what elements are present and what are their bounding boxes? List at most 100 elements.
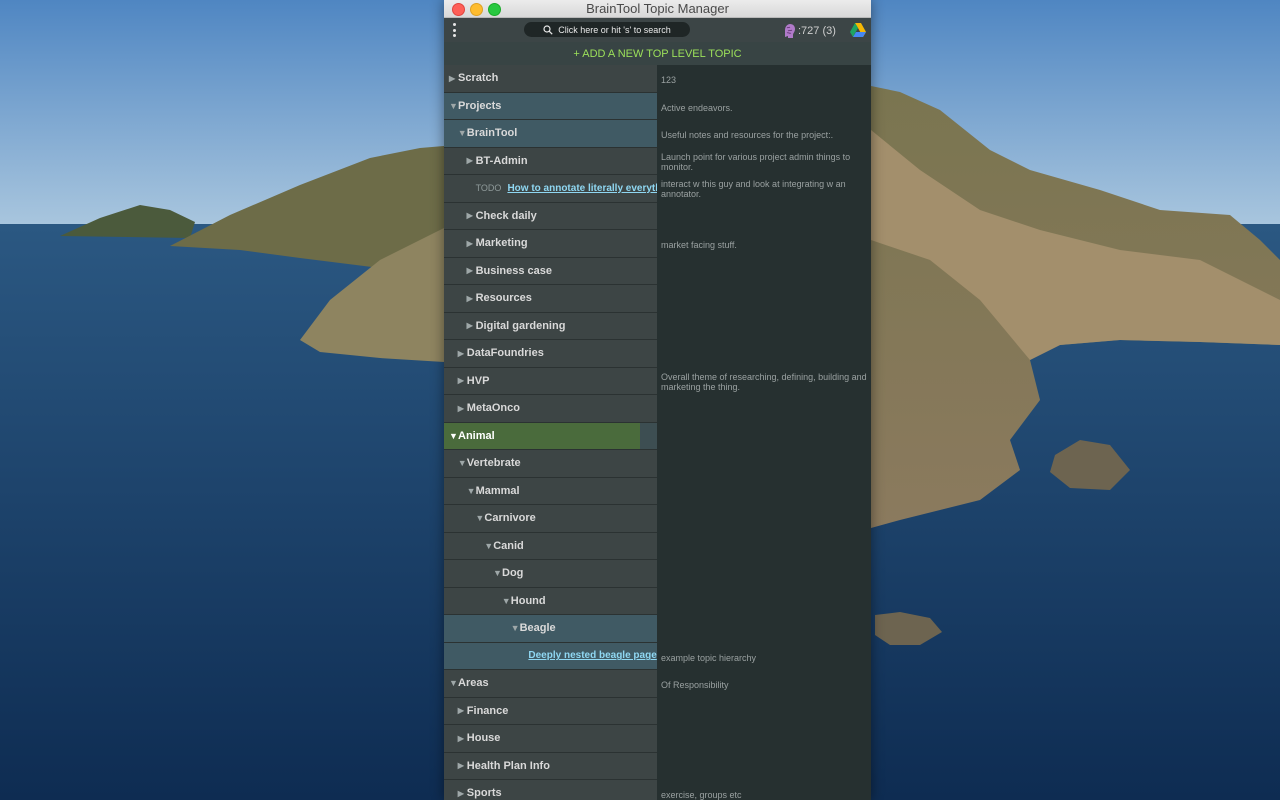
tree-row-topic[interactable]: ▼ Carnivore: [444, 505, 657, 533]
collapsed-triangle-icon[interactable]: ▶: [449, 74, 458, 83]
tree-row-topic[interactable]: ▶ Marketing: [444, 230, 657, 258]
collapsed-triangle-icon[interactable]: ▶: [458, 376, 467, 385]
brain-icon[interactable]: [782, 23, 797, 39]
tree-row-note: [657, 615, 871, 643]
tree-row-note: 123: [661, 75, 677, 86]
tree-row[interactable]: ▶ Business case: [444, 257, 871, 285]
search-placeholder: Click here or hit 's' to search: [558, 24, 671, 35]
tree-row-topic[interactable]: ▼ Hound: [444, 587, 657, 615]
tree-row[interactable]: ▼ Carnivore: [444, 505, 871, 533]
tree-row[interactable]: ▶ Check daily: [444, 202, 871, 230]
tree-row[interactable]: ▼ Dog: [444, 560, 871, 588]
expanded-triangle-icon[interactable]: ▼: [449, 678, 458, 688]
tree-row-topic[interactable]: ▶ Health Plan Info: [444, 752, 657, 780]
tree-row[interactable]: ▶ DataFoundries: [444, 340, 871, 368]
tree-row-topic[interactable]: TODO How to annotate literally everything…: [444, 175, 657, 203]
expanded-triangle-icon[interactable]: ▼: [511, 623, 520, 633]
tree-row-topic[interactable]: ▼ Animal: [444, 422, 657, 450]
expanded-triangle-icon[interactable]: ▼: [475, 513, 484, 523]
collapsed-triangle-icon[interactable]: ▶: [458, 404, 467, 413]
expanded-triangle-icon[interactable]: ▼: [484, 541, 493, 551]
tree-row-topic[interactable]: ▶ MetaOnco: [444, 395, 657, 423]
expanded-triangle-icon[interactable]: ▼: [467, 486, 476, 496]
tree-row[interactable]: ▶ Health Plan Info: [444, 752, 871, 780]
collapsed-triangle-icon[interactable]: ▶: [458, 349, 467, 358]
tree-row[interactable]: ▼ Beagle: [444, 615, 871, 643]
vertical-dots-icon[interactable]: [452, 23, 458, 38]
bookmark-link[interactable]: How to annotate literally everything...: [507, 183, 657, 194]
tree-row-topic[interactable]: ▶ House: [444, 725, 657, 753]
tree-row[interactable]: ▶ Sports exercise, groups etc: [444, 780, 871, 800]
expanded-triangle-icon[interactable]: ▼: [502, 596, 511, 606]
tree-row[interactable]: ▶ Resources: [444, 285, 871, 313]
tree-row-topic[interactable]: ▶ Sports: [444, 780, 657, 800]
tree-row[interactable]: ▶ Finance: [444, 697, 871, 725]
collapsed-triangle-icon[interactable]: ▶: [458, 761, 467, 770]
topic-label: DataFoundries: [466, 347, 544, 360]
bookmark-link[interactable]: Deeply nested beagle page: [528, 650, 656, 661]
tree-row[interactable]: ▼ Areas Of Responsibility: [444, 670, 871, 698]
tree-row[interactable]: Deeply nested beagle page example topic h…: [444, 642, 871, 670]
tree-row-topic[interactable]: ▼ Dog: [444, 560, 657, 588]
tree-row-topic[interactable]: ▼ Vertebrate: [444, 450, 657, 478]
tree-row[interactable]: ▼ Mammal: [444, 477, 871, 505]
tree-row[interactable]: ▼ BrainTool Useful notes and resources for…: [444, 120, 871, 148]
tree-row[interactable]: ▼ Animal: [444, 422, 871, 450]
tree-row-note: [657, 505, 871, 533]
tree-row[interactable]: ▶ House: [444, 725, 871, 753]
topic-label: Business case: [475, 264, 553, 277]
tree-row[interactable]: ▶ Marketing market facing stuff.: [444, 230, 871, 258]
tree-row-topic[interactable]: ▶ Scratch: [444, 65, 657, 93]
collapsed-triangle-icon[interactable]: ▶: [458, 706, 467, 715]
collapsed-triangle-icon[interactable]: ▶: [467, 239, 476, 248]
tree-row-note: market facing stuff.: [661, 240, 737, 251]
tree-row-topic[interactable]: ▼ Areas: [444, 670, 657, 698]
tree-row[interactable]: TODO How to annotate literally everything…: [444, 175, 871, 203]
collapsed-triangle-icon[interactable]: ▶: [467, 211, 476, 220]
tree-row-topic[interactable]: ▶ Resources: [444, 285, 657, 313]
tree-row-topic[interactable]: ▼ BrainTool: [444, 120, 657, 148]
expanded-triangle-icon[interactable]: ▼: [458, 128, 467, 138]
expanded-triangle-icon[interactable]: ▼: [449, 101, 458, 111]
google-drive-icon[interactable]: [850, 23, 866, 37]
tree-row[interactable]: ▶ MetaOnco: [444, 395, 871, 423]
tree-row[interactable]: ▶ BT-Admin Launch point for various projec…: [444, 147, 871, 175]
tree-row[interactable]: ▶ HVP Overall theme of researching, defini…: [444, 367, 871, 395]
tree-row-topic[interactable]: Deeply nested beagle page: [444, 642, 657, 670]
collapsed-triangle-icon[interactable]: ▶: [458, 734, 467, 743]
expanded-triangle-icon[interactable]: ▼: [493, 568, 502, 578]
tree-row-topic[interactable]: ▼ Canid: [444, 532, 657, 560]
expanded-triangle-icon[interactable]: ▼: [449, 431, 458, 441]
tree-row[interactable]: ▼ Hound: [444, 587, 871, 616]
collapsed-triangle-icon[interactable]: ▶: [467, 321, 476, 330]
tree-row-note: [657, 560, 871, 588]
tree-row-topic[interactable]: ▼ Mammal: [444, 477, 657, 505]
tree-row-topic[interactable]: ▶ Business case: [444, 257, 657, 285]
add-top-level-topic-button[interactable]: + ADD A NEW TOP LEVEL TOPIC: [444, 42, 871, 65]
collapsed-triangle-icon[interactable]: ▶: [467, 266, 476, 275]
tree-row-topic[interactable]: ▼ Beagle: [444, 615, 657, 643]
topic-tree: ▶ Scratch 123 ▼ Projects Active endeavors. ▼ Br…: [444, 65, 871, 800]
expanded-triangle-icon[interactable]: ▼: [458, 458, 467, 468]
app-header: Click here or hit 's' to search :727 (3): [444, 18, 871, 42]
tree-row[interactable]: ▼ Canid: [444, 532, 871, 560]
tree-row-note: [657, 313, 871, 341]
tree-row-topic[interactable]: ▶ Digital gardening: [444, 312, 657, 340]
collapsed-triangle-icon[interactable]: ▶: [467, 156, 476, 165]
tree-row[interactable]: ▼ Vertebrate: [444, 450, 871, 478]
collapsed-triangle-icon[interactable]: ▶: [467, 294, 476, 303]
tree-row-topic[interactable]: ▶ HVP: [444, 367, 657, 395]
tree-row-topic[interactable]: ▶ Finance: [444, 697, 657, 725]
tree-row-topic[interactable]: ▶ BT-Admin: [444, 147, 657, 175]
tree-row-topic[interactable]: ▶ DataFoundries: [444, 340, 657, 368]
tree-row[interactable]: ▶ Scratch 123: [444, 65, 871, 93]
tree-row-topic[interactable]: ▶ Check daily: [444, 202, 657, 230]
tree-row[interactable]: ▼ Projects Active endeavors.: [444, 92, 871, 120]
tree-row[interactable]: ▶ Digital gardening: [444, 312, 871, 341]
topic-label: HVP: [466, 374, 490, 387]
collapsed-triangle-icon[interactable]: ▶: [458, 789, 467, 798]
tree-row-note: [657, 588, 871, 616]
tree-row-topic[interactable]: ▼ Projects: [444, 92, 657, 120]
search-bar[interactable]: Click here or hit 's' to search: [524, 22, 690, 37]
todo-badge[interactable]: TODO: [476, 183, 502, 193]
